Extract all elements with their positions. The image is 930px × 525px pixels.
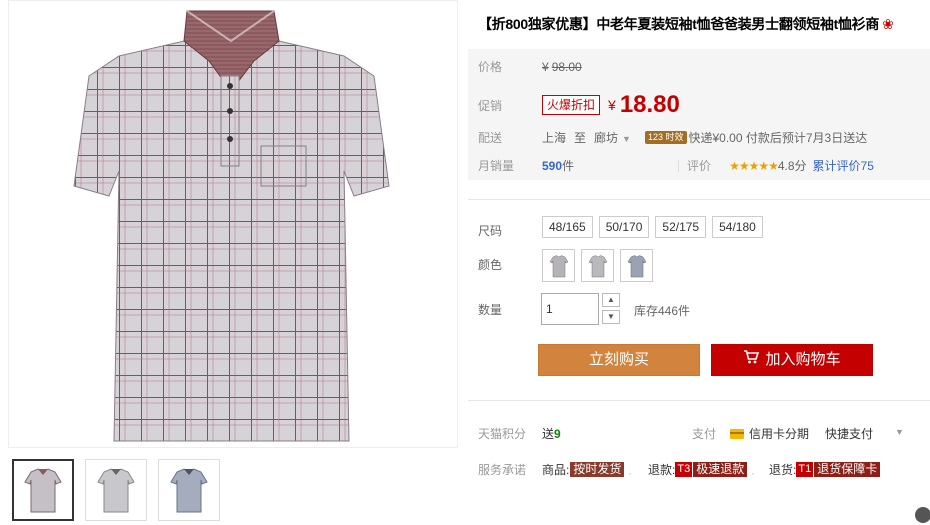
quantity-input[interactable]: [541, 293, 599, 325]
buy-now-button[interactable]: 立刻购买: [538, 344, 700, 376]
ship-to-select[interactable]: 廊坊 ▼: [594, 129, 631, 146]
shipping-label: 配送: [478, 131, 503, 145]
thumbnail-2[interactable]: [85, 459, 147, 521]
section-divider: [468, 400, 930, 401]
thumbnail-1[interactable]: [12, 459, 74, 521]
product-title-text: 【折800独家优惠】中老年夏装短袖t恤爸爸装男士翻领短袖t恤衫商: [478, 16, 880, 32]
shipping-info: 快递¥0.00 付款后预计7月3日送达: [688, 131, 868, 145]
separator-dot: ·: [628, 466, 632, 480]
ship-to-word: 至: [574, 131, 587, 145]
color-option-1[interactable]: [542, 249, 575, 282]
quick-pay[interactable]: 快捷支付: [825, 425, 873, 442]
rating-label: 评价: [687, 159, 712, 173]
points-label: 天猫积分: [478, 427, 527, 441]
price-label: 价格: [478, 60, 503, 74]
promo-price-row: 促销 火爆折扣 ¥ 18.80: [478, 91, 680, 119]
monthly-sales-label: 月销量: [478, 159, 515, 173]
return-guarantee-badge: 退货保障卡: [814, 462, 881, 477]
shipping-row: 配送 上海 至 廊坊 ▼ 123 时效 快递¥0.00 付款后预计7月3日送达: [478, 129, 867, 146]
cart-icon: [743, 345, 760, 375]
service-refund[interactable]: 退款: T3 极速退款: [648, 461, 748, 478]
color-option-3[interactable]: [620, 249, 653, 282]
sales-row: 月销量 590 件 评价 ★★★★★ 4.8分 累计评价75: [478, 157, 874, 174]
chevron-up-icon[interactable]: ▲: [602, 293, 620, 307]
chevron-down-icon[interactable]: ▼: [895, 427, 904, 437]
size-options: 48/165 50/170 52/175 54/180: [542, 216, 763, 238]
chevron-down-icon[interactable]: ▼: [602, 310, 620, 324]
quantity-label: 数量: [478, 303, 503, 317]
ship-from: 上海: [542, 131, 567, 145]
t3-badge: T3: [675, 462, 693, 477]
promo-currency: ¥: [608, 97, 616, 113]
add-to-cart-button[interactable]: 加入购物车: [711, 344, 873, 376]
service-return[interactable]: 退货: T1 退货保障卡: [769, 461, 881, 478]
review-count-link[interactable]: 累计评价75: [813, 157, 874, 174]
size-option[interactable]: 52/175: [655, 216, 707, 238]
color-label: 颜色: [478, 258, 503, 272]
divider: [678, 159, 680, 172]
monthly-sales-unit: 件: [562, 159, 575, 173]
product-title: 【折800独家优惠】中老年夏装短袖t恤爸爸装男士翻领短袖t恤衫商 ❀: [478, 14, 930, 34]
flower-icon: ❀: [882, 16, 894, 32]
add-to-cart-label: 加入购物车: [765, 351, 841, 368]
credit-card-icon: [730, 428, 744, 439]
t1-badge: T1: [796, 462, 814, 477]
size-option[interactable]: 48/165: [542, 216, 593, 238]
size-option[interactable]: 54/180: [712, 216, 763, 238]
rating-stars: ★★★★★: [729, 158, 779, 173]
section-divider: [468, 199, 930, 200]
on-time-delivery-badge: 按时发货: [570, 462, 625, 477]
rating-score: 4.8分: [777, 159, 807, 173]
fast-refund-badge: 极速退款: [693, 462, 748, 477]
separator-dot: ·: [751, 466, 755, 480]
thumbnail-strip: [12, 459, 220, 521]
points-value: 送9: [542, 427, 561, 441]
service-label: 服务承诺: [478, 463, 527, 477]
size-label: 尺码: [478, 224, 503, 238]
corner-widget-icon[interactable]: [915, 507, 930, 523]
monthly-sales-count: 590: [542, 158, 563, 173]
stock-count: 库存446件: [634, 304, 691, 318]
main-product-image[interactable]: [8, 0, 458, 448]
chevron-down-icon: ▼: [622, 134, 631, 144]
credit-installment[interactable]: 信用卡分期: [730, 425, 809, 442]
size-option[interactable]: 50/170: [598, 216, 650, 238]
promo-tag: 火爆折扣: [542, 95, 601, 115]
color-option-2[interactable]: [581, 249, 614, 282]
color-options: [542, 249, 653, 282]
promo-label: 促销: [478, 98, 503, 113]
price-box: 价格 ¥98.00 促销 火爆折扣 ¥ 18.80 配送 上海 至 廊坊 ▼ 12…: [468, 49, 930, 180]
pay-label: 支付: [692, 427, 717, 441]
original-price: ¥98.00: [542, 59, 582, 74]
thumbnail-3[interactable]: [158, 459, 220, 521]
service-shipping[interactable]: 商品: 按时发货: [542, 461, 625, 478]
promo-price: 18.80: [619, 91, 680, 118]
original-price-row: 价格 ¥98.00: [478, 58, 582, 75]
delivery-badge: 123 时效: [644, 131, 687, 144]
